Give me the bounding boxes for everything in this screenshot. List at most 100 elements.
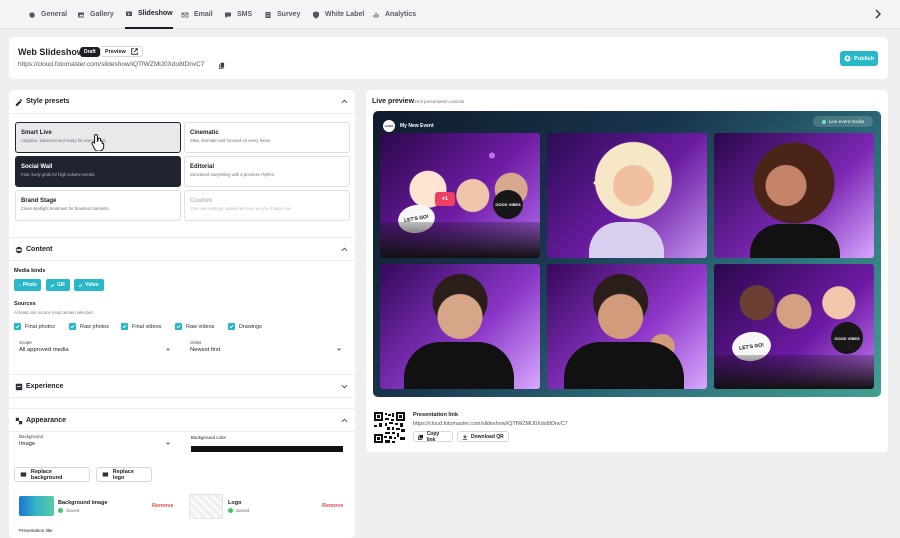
checkbox[interactable] [69, 323, 76, 330]
tab-slideshow[interactable]: Slideshow [125, 0, 173, 29]
chevron-down-icon [166, 348, 170, 351]
copy-icon[interactable] [219, 62, 225, 69]
tab-white-label-label: White Label [325, 11, 365, 18]
preset-description: Your own settings, applied as soon as yo… [190, 206, 293, 211]
tab-gallery[interactable]: Gallery [77, 0, 114, 29]
scope-select[interactable]: Scope All approved media [14, 338, 177, 357]
preview-button[interactable]: Preview [100, 46, 143, 57]
event-logo: LOGO [383, 120, 395, 132]
source-raw-photos[interactable]: Raw photos [69, 323, 109, 330]
tab-general-label: General [41, 11, 68, 18]
tab-survey[interactable]: Survey [264, 0, 300, 29]
sources-label: Sources [14, 301, 36, 307]
experience-section-header[interactable]: Experience [9, 374, 355, 398]
source-final-photos[interactable]: Final photos [14, 323, 55, 330]
media-kind-photo-chip[interactable]: Photo [14, 279, 41, 291]
replace-background-button[interactable]: Replace background [14, 467, 90, 482]
preset-custom[interactable]: Custom Your own settings, applied as soo… [184, 190, 350, 221]
background-color-swatch[interactable] [191, 446, 343, 452]
publish-button-label: Publish [854, 55, 874, 62]
shield-icon [313, 11, 319, 18]
media-kind-label: GIF [57, 282, 66, 288]
media-kind-label: Photo [22, 282, 37, 288]
publish-icon [844, 55, 851, 62]
good-vibes-sign: GOOD VIBES [493, 190, 523, 219]
qr-code-image [374, 412, 405, 443]
checkbox[interactable] [14, 323, 21, 330]
clothing-shape [589, 222, 664, 258]
clothing-shape [714, 355, 874, 389]
appearance-section-header[interactable]: Appearance [9, 408, 355, 432]
chevron-down-icon [341, 384, 348, 389]
hand-cursor-icon [91, 133, 105, 151]
chevron-right-icon[interactable] [874, 9, 882, 19]
copy-icon [418, 434, 423, 440]
logo-thumbnail [189, 494, 223, 519]
check-icon [176, 324, 181, 329]
live-event-media-pill: Live event media [813, 116, 873, 127]
remove-logo-link[interactable]: Remove [322, 503, 343, 509]
page-title: Web Slideshow [18, 47, 84, 57]
preset-editorial[interactable]: Editorial Structured storytelling with a… [184, 156, 350, 187]
replace-background-label: Replace background [30, 468, 63, 481]
email-icon [181, 12, 189, 17]
tab-sms[interactable]: SMS [224, 0, 252, 29]
background-color-label: Background color [191, 435, 227, 440]
source-label: Raw photos [80, 323, 110, 330]
checkbox[interactable] [228, 323, 235, 330]
preset-description: Structured storytelling with a premium r… [190, 172, 276, 177]
download-qr-button[interactable]: Download QR [457, 431, 509, 442]
media-kind-gif-chip[interactable]: GIF [46, 279, 70, 291]
saved-label: Saved [236, 508, 250, 513]
preset-name: Brand Stage [21, 198, 57, 204]
good-vibes-text: GOOD VIBES [834, 335, 860, 341]
checkbox[interactable] [121, 323, 128, 330]
live-event-label: Live event media [828, 119, 865, 124]
tab-email[interactable]: Email [181, 0, 213, 29]
background-select[interactable]: Background Image [14, 432, 177, 451]
source-final-videos[interactable]: Final videos [121, 323, 161, 330]
preset-cinematic[interactable]: Cinematic Slow, dramatic and focused on … [184, 122, 350, 153]
source-drawings[interactable]: Drawings [228, 323, 262, 330]
clothing-shape [404, 342, 514, 389]
tab-general[interactable]: General [28, 0, 67, 29]
tab-gallery-label: Gallery [90, 11, 114, 18]
sources-hint: At least one source must remain selected [14, 310, 93, 315]
tab-white-label[interactable]: White Label [312, 0, 364, 29]
status-badge: Draft [80, 47, 100, 57]
preset-brand-stage[interactable]: Brand Stage Clean spotlight treatment fo… [15, 190, 181, 221]
copy-link-label: Copy link [426, 430, 440, 443]
order-label: Order [190, 340, 202, 345]
preset-name: Editorial [190, 164, 215, 170]
replace-logo-button[interactable]: Replace logo [96, 467, 152, 482]
remove-background-link[interactable]: Remove [152, 503, 173, 509]
live-preview-title: Live preview [372, 98, 415, 105]
checkbox[interactable] [175, 323, 182, 330]
preset-social-wall[interactable]: Social Wall Fast, lively grids for high … [15, 156, 181, 187]
check-icon [15, 324, 20, 329]
image-icon [20, 472, 27, 477]
publish-button[interactable]: Publish [840, 51, 878, 66]
tab-email-label: Email [194, 11, 213, 18]
style-presets-section-header[interactable]: Style presets [9, 90, 355, 114]
presentation-title-label: Presentation title [19, 528, 53, 533]
chevron-down-icon [166, 442, 170, 445]
tab-analytics[interactable]: Analytics [372, 0, 416, 29]
media-kind-video-chip[interactable]: Video [74, 279, 104, 291]
media-kinds-label: Media kinds [14, 268, 46, 274]
preset-description: Fast, lively grids for high volume event… [21, 172, 96, 177]
lets-go-text: LET'S GO! [738, 341, 765, 352]
event-name: My New Event [400, 123, 434, 129]
order-select[interactable]: Order Newest first [185, 338, 348, 357]
background-label: Background [19, 434, 44, 439]
preset-name: Cinematic [190, 130, 219, 136]
content-section-header[interactable]: Content [9, 237, 355, 261]
check-icon [70, 324, 75, 329]
scope-value: All approved media [19, 347, 69, 353]
logo-status: Saved [228, 508, 249, 513]
copy-link-button[interactable]: Copy link [413, 430, 453, 443]
source-raw-videos[interactable]: Raw videos [175, 323, 214, 330]
preset-description: Clean spotlight treatment for branded mo… [21, 206, 110, 211]
gear-icon [29, 11, 35, 18]
background-value: Image [19, 441, 36, 447]
